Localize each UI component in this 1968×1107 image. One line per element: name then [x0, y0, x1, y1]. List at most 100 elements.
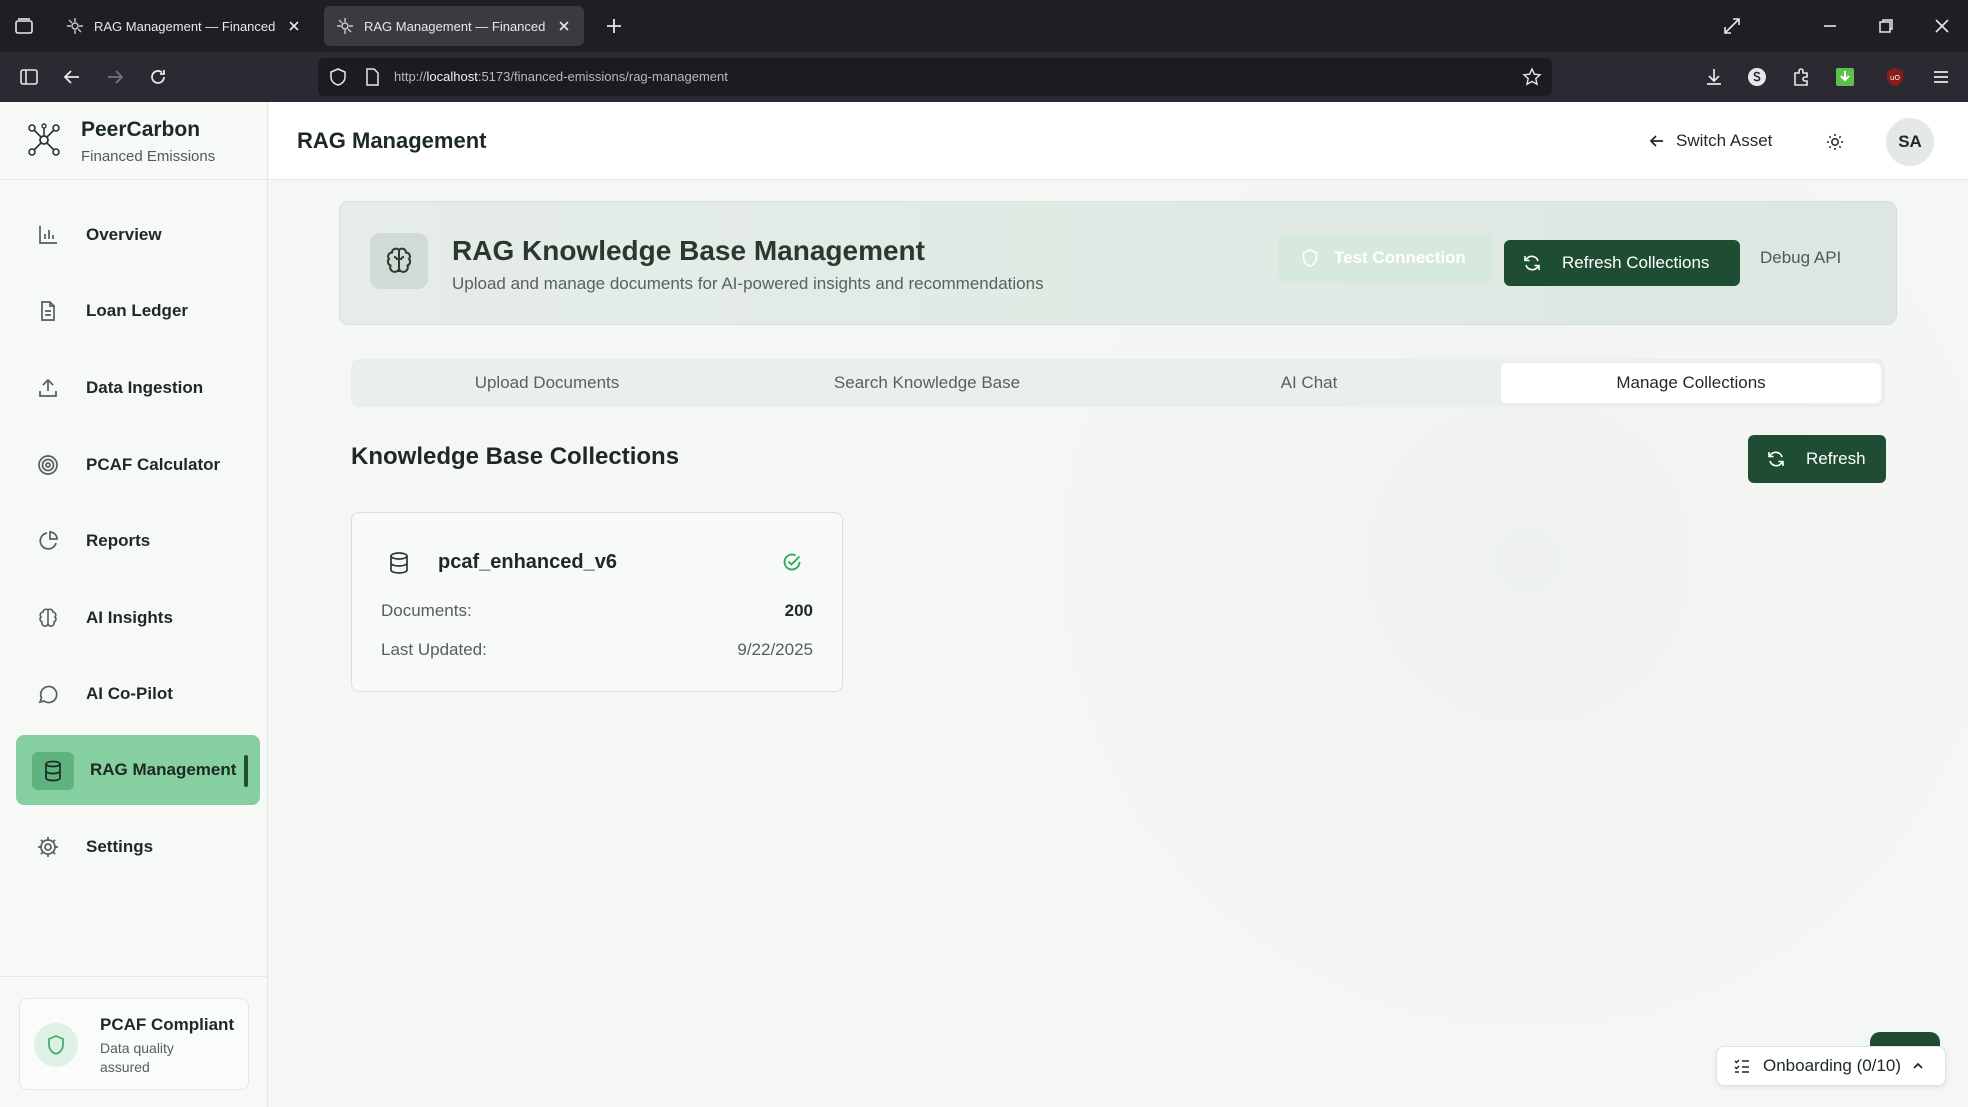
refresh-collections-button[interactable]: Refresh Collections — [1504, 240, 1740, 286]
brain-icon — [39, 608, 57, 627]
chat-icon — [38, 685, 58, 704]
extensions-puzzle-icon[interactable] — [1789, 65, 1813, 89]
page-info-icon[interactable] — [362, 67, 382, 87]
sidebar-item-label: AI Co-Pilot — [86, 684, 173, 703]
pie-chart-icon — [39, 531, 58, 550]
chevron-up-icon — [1913, 1062, 1923, 1069]
check-circle-icon — [783, 553, 801, 571]
address-bar[interactable]: http://localhost:5173/financed-emissions… — [318, 58, 1552, 96]
svg-text:uO: uO — [1890, 74, 1900, 82]
collection-card[interactable]: pcaf_enhanced_v6 Documents: 200 Last Upd… — [351, 512, 843, 692]
onboarding-label: Onboarding (0/10) — [1763, 1056, 1901, 1075]
checklist-icon — [1734, 1059, 1749, 1073]
browser-tab[interactable]: RAG Management — Financed Emissions — [54, 6, 314, 46]
sidebar-item-label: Overview — [86, 225, 162, 244]
shield-icon — [48, 1035, 64, 1055]
new-tab-icon[interactable] — [604, 16, 624, 36]
file-text-icon — [41, 301, 55, 321]
brand-subtitle: Financed Emissions — [81, 148, 216, 165]
compliance-title: PCAF Compliant — [100, 1015, 235, 1034]
hero-subtitle: Upload and manage documents for AI-power… — [452, 274, 1044, 293]
active-indicator — [244, 755, 248, 787]
downloads-icon[interactable] — [1702, 65, 1726, 89]
upload-icon — [39, 378, 57, 397]
tab-upload-documents[interactable]: Upload Documents — [357, 363, 737, 403]
sidebar: PeerCarbon Financed Emissions Overview L… — [0, 102, 268, 1107]
last-updated-date: 9/22/2025 — [737, 640, 813, 659]
sidebar-item-settings[interactable]: Settings — [16, 812, 260, 882]
menu-icon[interactable] — [1929, 65, 1953, 89]
forward-icon[interactable] — [103, 65, 127, 89]
sidebar-item-label: Data Ingestion — [86, 378, 204, 397]
theme-toggle-button[interactable] — [1815, 122, 1855, 162]
sidebar-item-label: PCAF Calculator — [86, 455, 221, 474]
ublock-icon[interactable]: uO — [1883, 65, 1907, 89]
test-connection-button[interactable]: Test Connection — [1278, 234, 1494, 282]
test-connection-label: Test Connection — [1334, 248, 1466, 267]
sidebar-item-pcaf-calculator[interactable]: PCAF Calculator — [16, 430, 260, 500]
close-tab-icon[interactable] — [556, 18, 572, 34]
fullscreen-icon[interactable] — [1720, 14, 1744, 38]
sidebar-item-overview[interactable]: Overview — [16, 200, 260, 270]
sidebar-toggle-icon[interactable] — [17, 65, 41, 89]
back-icon[interactable] — [60, 65, 84, 89]
hero-panel: RAG Knowledge Base Management Upload and… — [339, 201, 1897, 325]
sidebar-item-label: Settings — [86, 837, 154, 856]
favicon-icon — [67, 18, 83, 34]
sidebar-item-reports[interactable]: Reports — [16, 506, 260, 576]
collection-documents-row: Documents: 200 — [381, 601, 813, 621]
sun-icon — [1827, 134, 1843, 150]
compliance-subtitle: Data quality assured — [100, 1040, 174, 1075]
sidebar-item-data-ingestion[interactable]: Data Ingestion — [16, 353, 260, 423]
tab-search-knowledge-base[interactable]: Search Knowledge Base — [737, 363, 1117, 403]
section-title: Knowledge Base Collections — [351, 443, 680, 470]
last-updated-label: Last Updated: — [381, 640, 487, 659]
shield-icon[interactable] — [328, 67, 348, 87]
brain-icon — [386, 247, 412, 273]
minimize-icon[interactable] — [1818, 14, 1842, 38]
gear-icon — [38, 837, 58, 857]
debug-api-button[interactable]: Debug API — [1760, 248, 1841, 268]
bookmark-star-icon[interactable] — [1522, 67, 1542, 87]
database-icon — [45, 760, 61, 782]
switch-asset-button[interactable]: Switch Asset — [1648, 126, 1772, 156]
documents-label: Documents: — [381, 601, 472, 620]
brand-logo-icon — [28, 123, 60, 156]
tab-overview-icon[interactable] — [14, 16, 34, 36]
extension-s-icon[interactable] — [1745, 65, 1769, 89]
documents-count: 200 — [784, 601, 813, 620]
sidebar-item-label: Reports — [86, 531, 151, 550]
sidebar-item-loan-ledger[interactable]: Loan Ledger — [16, 276, 260, 346]
shield-icon — [1302, 249, 1318, 267]
sidebar-item-ai-co-pilot[interactable]: AI Co-Pilot — [16, 659, 260, 729]
restore-icon[interactable] — [1874, 14, 1898, 38]
refresh-button[interactable]: Refresh — [1748, 435, 1886, 483]
sidebar-footer: PCAF Compliant Data quality assured — [0, 976, 268, 1107]
refresh-collections-label: Refresh Collections — [1562, 253, 1710, 272]
collection-updated-row: Last Updated: 9/22/2025 — [381, 640, 813, 660]
sidebar-item-label: Loan Ledger — [86, 301, 189, 320]
sidebar-item-rag-management[interactable]: RAG Management — [16, 735, 260, 805]
refresh-label: Refresh — [1806, 449, 1866, 468]
url-text: http://localhost:5173/financed-emissions… — [394, 69, 728, 84]
avatar[interactable]: SA — [1886, 118, 1934, 166]
sidebar-item-ai-insights[interactable]: AI Insights — [16, 583, 260, 653]
browser-nav-bar: http://localhost:5173/financed-emissions… — [0, 52, 1968, 102]
page-title: RAG Management — [297, 128, 487, 153]
brand[interactable]: PeerCarbon Financed Emissions — [0, 102, 268, 180]
tab-manage-collections[interactable]: Manage Collections — [1501, 363, 1881, 403]
target-icon — [38, 455, 58, 475]
brand-name: PeerCarbon — [81, 118, 201, 141]
favicon-icon — [337, 18, 353, 34]
tab-title: RAG Management — Financed Emissions — [94, 18, 278, 34]
onboarding-widget[interactable]: Onboarding (0/10) — [1716, 1046, 1946, 1086]
download-extension-icon[interactable] — [1833, 65, 1857, 89]
reload-icon[interactable] — [146, 65, 170, 89]
page-header: RAG Management Switch Asset SA — [269, 102, 1968, 180]
hero-icon-box — [370, 233, 428, 289]
refresh-icon — [1768, 451, 1784, 467]
close-window-icon[interactable] — [1930, 14, 1954, 38]
close-tab-icon[interactable] — [286, 18, 302, 34]
tab-ai-chat[interactable]: AI Chat — [1119, 363, 1499, 403]
browser-tab-active[interactable]: RAG Management — Financed Emissions — [324, 6, 584, 46]
